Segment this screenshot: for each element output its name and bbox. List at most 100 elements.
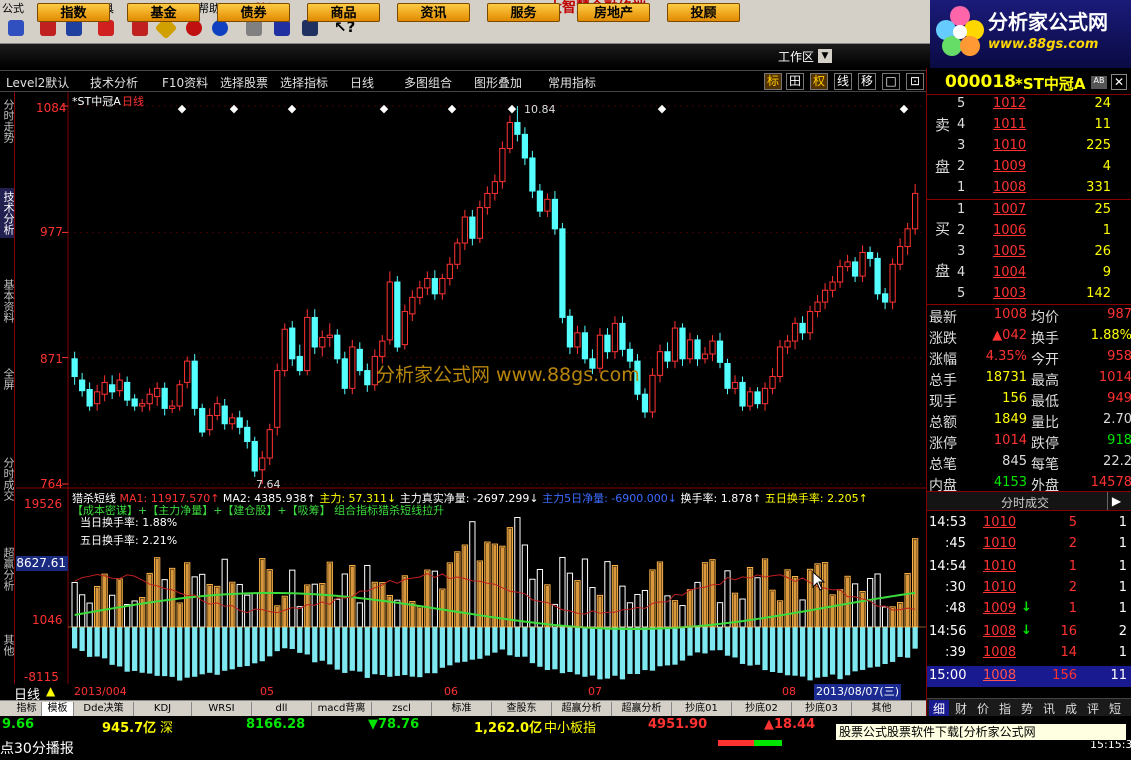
nav-index[interactable]: 指数 — [37, 3, 110, 22]
rights-button[interactable]: 权 — [810, 73, 828, 90]
tech-analysis-menu[interactable]: 技术分析 — [90, 74, 138, 91]
nav-commodity[interactable]: 商品 — [307, 3, 380, 22]
tab-fundamentals[interactable]: 基本资料 — [0, 276, 15, 326]
tab-fullscreen[interactable]: 全屏 — [0, 366, 15, 392]
buy-level[interactable]: 1 1007 25 — [927, 200, 1131, 221]
nav-advisor[interactable]: 投顾 — [667, 3, 740, 22]
ab-icon[interactable]: AB — [1091, 76, 1107, 89]
tab-dde[interactable]: Dde决策 — [74, 702, 134, 716]
stat-label: 涨幅 — [929, 352, 957, 368]
triangle-up-icon[interactable]: ▲ — [46, 684, 55, 698]
stat-value: 156 — [1002, 391, 1027, 406]
trade-row[interactable]: :45 1010 2 1 — [927, 534, 1131, 555]
trade-time: 14:53 — [929, 515, 967, 530]
nav-realestate[interactable]: 房地产 — [577, 3, 650, 22]
tab-technical[interactable]: 技术分析 — [0, 188, 15, 238]
tab-superwin[interactable]: 超赢分析 — [552, 702, 612, 716]
tab-template[interactable]: 模板 — [42, 702, 74, 716]
sell-level[interactable]: 1 1008 331 — [927, 178, 1131, 199]
f10-button[interactable]: F10资料 — [162, 74, 208, 91]
select-indicator-button[interactable]: 选择指标 — [280, 74, 328, 91]
common-indicators-select[interactable]: 常用指标 — [548, 74, 596, 91]
nav-fund[interactable]: 基金 — [127, 3, 200, 22]
level-volume: 9 — [1102, 265, 1111, 280]
buy-level[interactable]: 4 1004 9 — [927, 263, 1131, 284]
trade-row[interactable]: 14:54 1010 1 1 — [927, 557, 1131, 578]
grid-icon[interactable] — [8, 20, 24, 36]
play-icon[interactable]: ▶ — [1107, 492, 1125, 510]
flag-icon[interactable] — [98, 20, 114, 36]
tab-bottom01[interactable]: 抄底01 — [672, 702, 732, 716]
close-icon[interactable]: ✕ — [1111, 74, 1127, 90]
phone-icon[interactable] — [186, 20, 202, 36]
layout-icon[interactable] — [302, 20, 318, 36]
y-tick-label: 871 — [40, 352, 63, 366]
tab-macd[interactable]: macd背离 — [312, 702, 372, 716]
chart-icon[interactable] — [40, 20, 56, 36]
mark-button[interactable]: 标 — [764, 73, 782, 90]
line-button[interactable]: 线 — [834, 73, 852, 90]
tab-other[interactable]: 其他 — [852, 702, 912, 716]
panel-tab[interactable]: 价 — [973, 700, 993, 717]
alarm-icon[interactable] — [132, 20, 148, 36]
menu-item[interactable]: 公式 — [2, 0, 24, 14]
tab-wrsi[interactable]: WRSI — [192, 702, 252, 716]
tab-intraday[interactable]: 分时走势 — [0, 96, 15, 146]
stat-label: 均价 — [1031, 310, 1059, 326]
trade-row[interactable]: :39 1008 14 1 — [927, 643, 1131, 664]
tab-super-win[interactable]: 超赢分析 — [0, 544, 15, 594]
sell-level[interactable]: 5 1012 24 — [927, 94, 1131, 115]
trade-row[interactable]: :30 1010 2 1 — [927, 578, 1131, 599]
select-stock-button[interactable]: 选择股票 — [220, 74, 268, 91]
panel-tab[interactable]: 指 — [995, 700, 1015, 717]
info-icon[interactable] — [212, 20, 228, 36]
tab-bottom03[interactable]: 抄底03 — [792, 702, 852, 716]
ad-tooltip[interactable]: 股票公式股票软件下载[分析家公式网 www.88gs.com — [835, 723, 1127, 755]
trade-row[interactable]: 15:00 1008 156 11 — [927, 666, 1131, 687]
volume-bar-down — [679, 605, 686, 628]
stat-value: 987 — [1107, 307, 1131, 322]
buy-level[interactable]: 5 1003 142 — [927, 284, 1131, 305]
tab-shareholders[interactable]: 查股东 — [492, 702, 552, 716]
tab-indicator[interactable]: 指标 — [12, 702, 42, 716]
tab-tick-trades[interactable]: 分时成交 — [0, 454, 15, 504]
panel-tab[interactable]: 讯 — [1039, 700, 1059, 717]
restore-button[interactable]: □ — [882, 73, 900, 90]
trade-row[interactable]: 14:53 1010 5 1 — [927, 513, 1131, 534]
tab-kdj[interactable]: KDJ — [134, 702, 192, 716]
grid-button[interactable]: 田 — [786, 73, 804, 90]
panel-tab[interactable]: 势 — [1017, 700, 1037, 717]
panel-tab[interactable]: 评 — [1083, 700, 1103, 717]
trade-row[interactable]: 14:56 1008 16 2 ↓ — [927, 622, 1131, 643]
level2-select[interactable]: Level2默认 — [6, 74, 69, 91]
tab-bottom02[interactable]: 抄底02 — [732, 702, 792, 716]
multi-chart-select[interactable]: 多图组合 — [404, 74, 452, 91]
buy-level[interactable]: 3 1005 26 — [927, 242, 1131, 263]
workzone-label[interactable]: 工作区 — [778, 48, 814, 65]
sell-level[interactable]: 2 1009 4 — [927, 157, 1131, 178]
tab-other[interactable]: 其他 — [0, 632, 15, 658]
panel-tab[interactable]: 财 — [951, 700, 971, 717]
window-icon[interactable] — [274, 20, 290, 36]
nav-news[interactable]: 资讯 — [397, 3, 470, 22]
kline-chart[interactable]: ◆ ◆ ◆ ◆ ◆ ◆ ◆ ◆ — [16, 92, 928, 688]
buy-level[interactable]: 2 1006 1 — [927, 221, 1131, 242]
period-select[interactable]: 日线 — [350, 74, 374, 91]
sell-level[interactable]: 4 1011 11 — [927, 115, 1131, 136]
panel-tab[interactable]: 成 — [1061, 700, 1081, 717]
sell-level[interactable]: 3 1010 225 — [927, 136, 1131, 157]
panel-tab[interactable]: 短 — [1105, 700, 1125, 717]
candle-body — [244, 426, 251, 442]
trade-row[interactable]: :48 1009 1 1 ↓ — [927, 599, 1131, 620]
nav-bond[interactable]: 债券 — [217, 3, 290, 22]
chevron-down-icon[interactable]: ▼ — [818, 49, 832, 63]
nav-service[interactable]: 服务 — [487, 3, 560, 22]
overlay-button[interactable]: 图形叠加 — [474, 74, 522, 91]
panel-tab[interactable]: 细 — [929, 700, 949, 717]
tab-standard[interactable]: 标准 — [432, 702, 492, 716]
tab-dll[interactable]: dll — [252, 702, 312, 716]
move-button[interactable]: 移 — [858, 73, 876, 90]
maximize-button[interactable]: ⊡ — [906, 73, 924, 90]
tab-superwin2[interactable]: 超赢分析 — [612, 702, 672, 716]
tab-zscl[interactable]: zscl — [372, 702, 432, 716]
